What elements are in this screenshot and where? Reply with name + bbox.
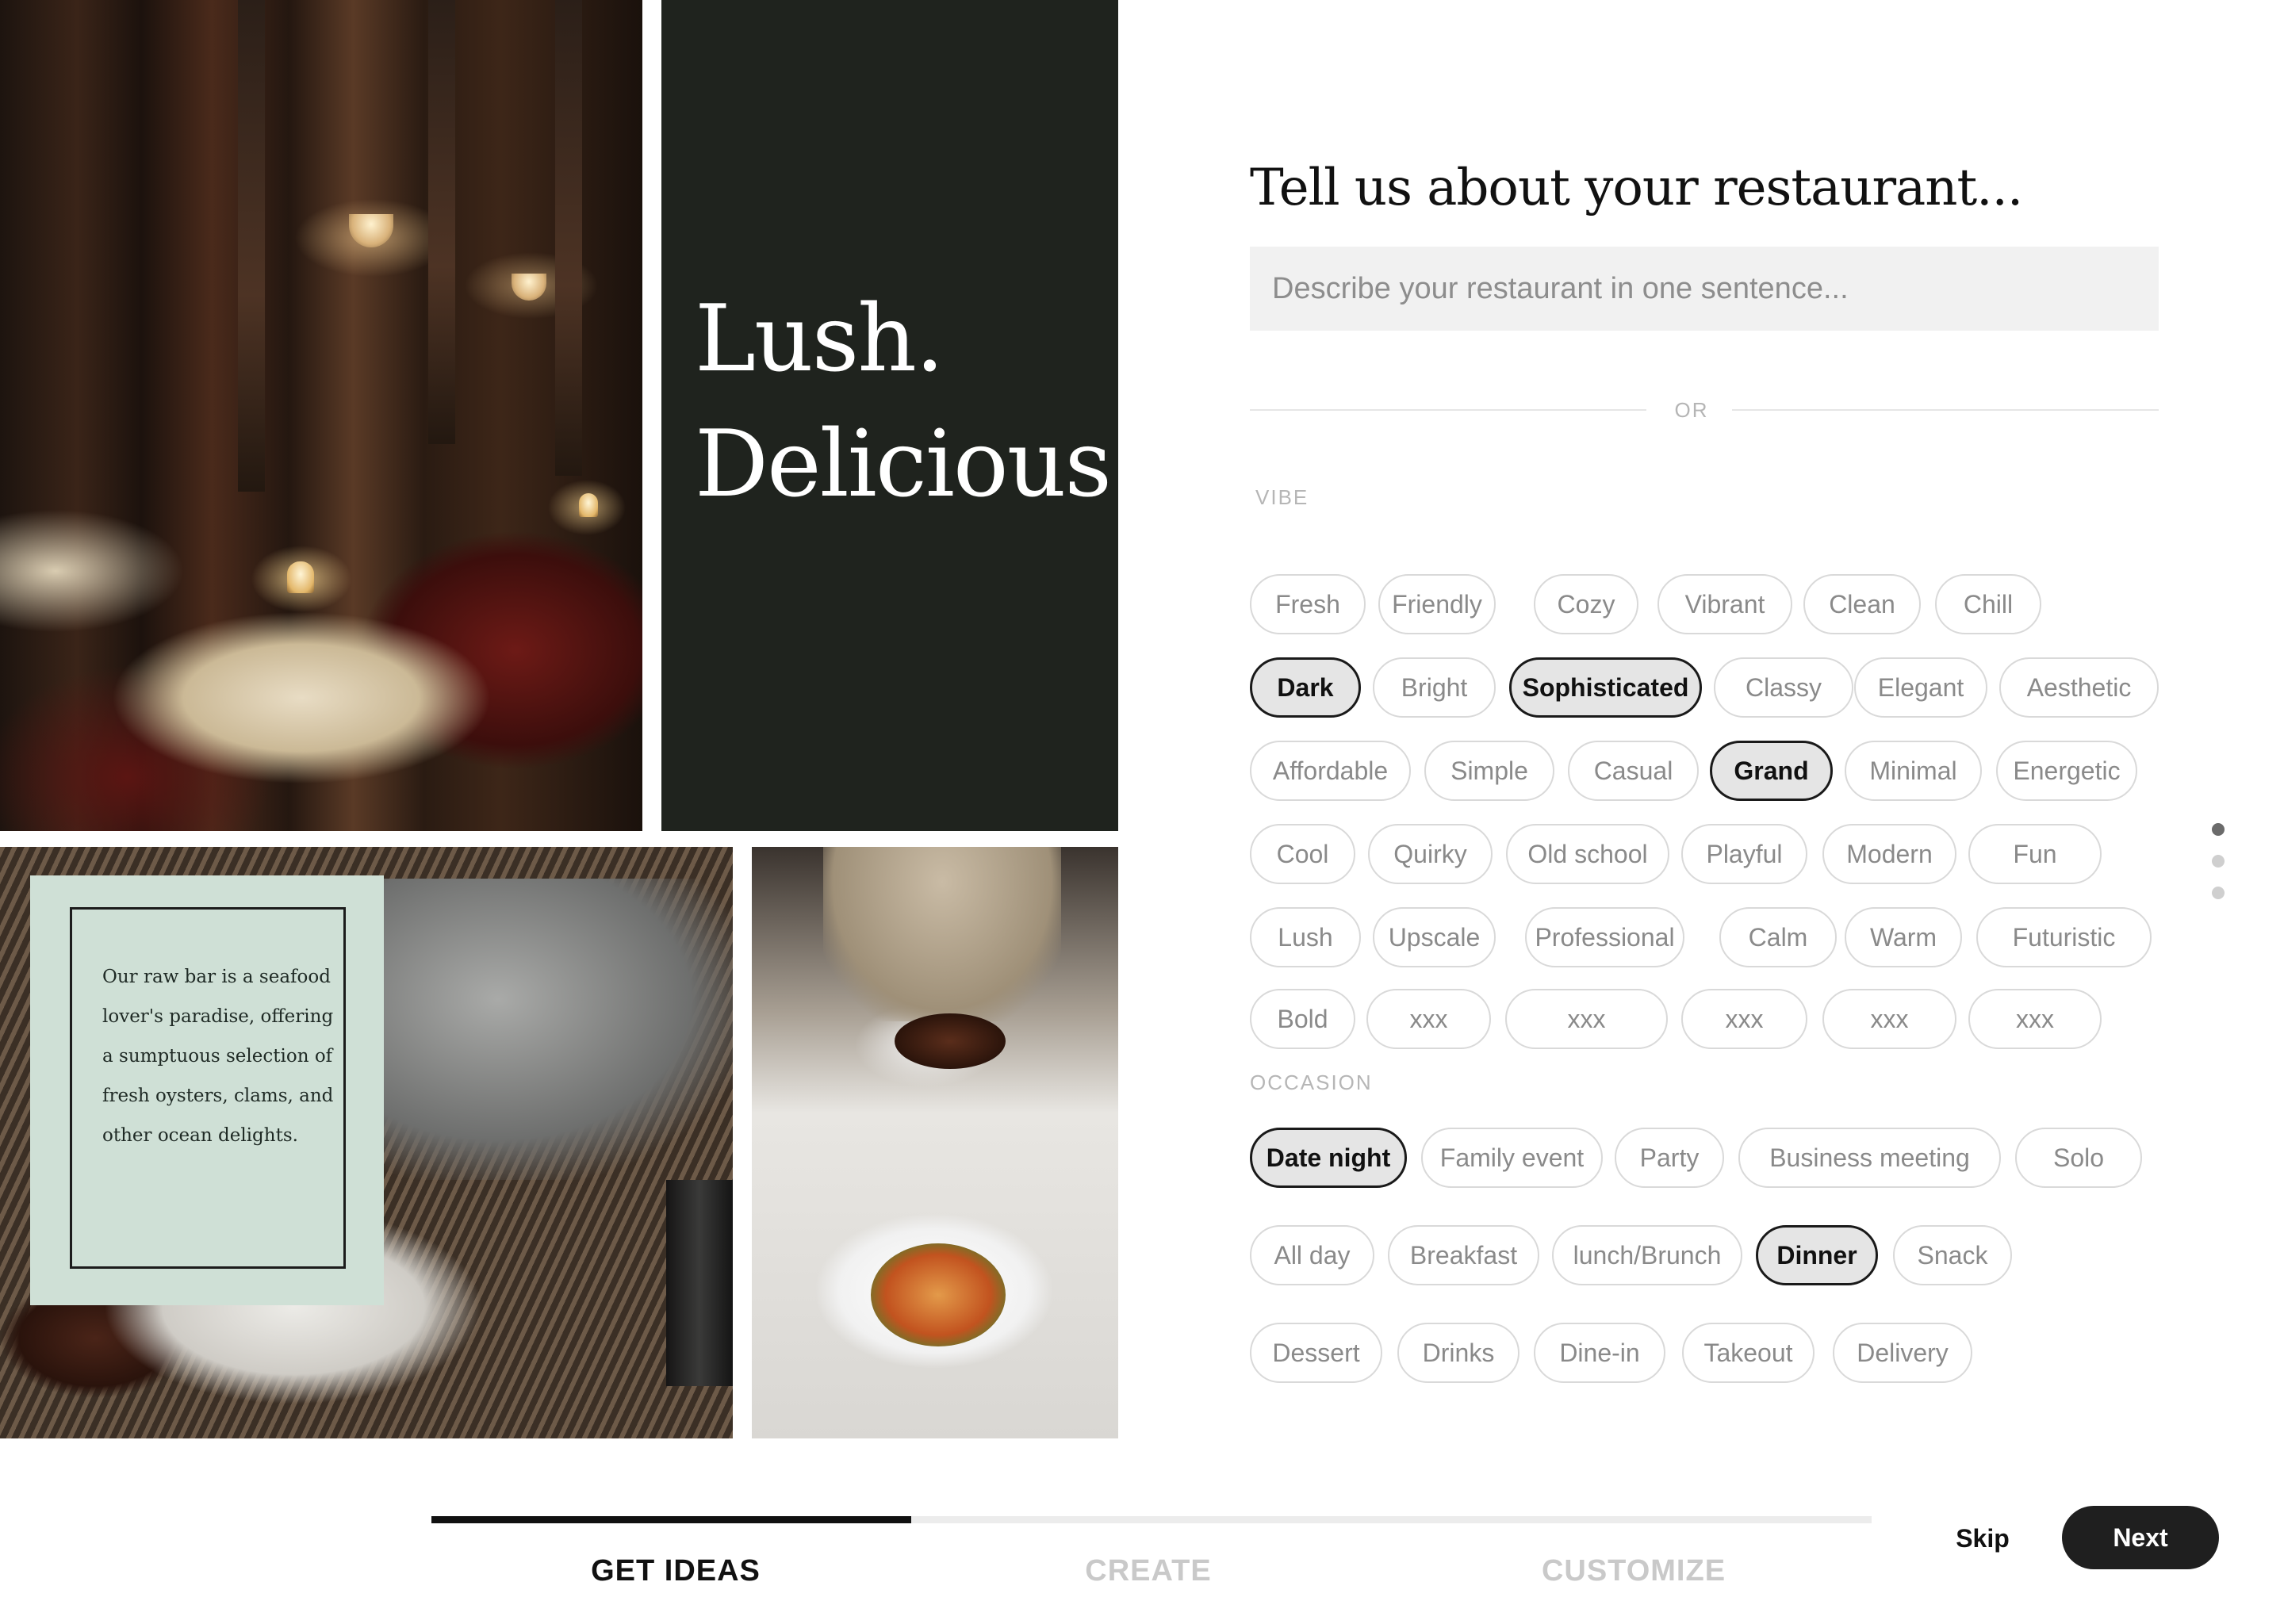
vibe-section-label: VIBE bbox=[1255, 485, 1309, 509]
step-get-ideas[interactable]: GET IDEAS bbox=[438, 1554, 914, 1588]
hero-text-panel: Lush. Delicious. bbox=[661, 0, 1140, 831]
or-divider-label: OR bbox=[1674, 398, 1709, 422]
vibe-chip-professional[interactable]: Professional bbox=[1525, 907, 1684, 967]
page-dot-2[interactable] bbox=[2212, 855, 2225, 868]
vibe-chip-xxx[interactable]: xxx bbox=[1968, 989, 2102, 1049]
vibe-chip-modern[interactable]: Modern bbox=[1822, 824, 1956, 884]
interior-pillar bbox=[238, 0, 265, 492]
next-button[interactable]: Next bbox=[2062, 1506, 2219, 1569]
vibe-chip-minimal[interactable]: Minimal bbox=[1845, 741, 1982, 801]
occasion-chip-family-event[interactable]: Family event bbox=[1421, 1128, 1603, 1188]
occasion-chip-lunch-brunch[interactable]: lunch/Brunch bbox=[1552, 1225, 1742, 1285]
vibe-chip-classy[interactable]: Classy bbox=[1714, 657, 1853, 718]
vibe-chip-cozy[interactable]: Cozy bbox=[1534, 574, 1638, 634]
occasion-chip-party[interactable]: Party bbox=[1615, 1128, 1724, 1188]
occasion-chip-delivery[interactable]: Delivery bbox=[1833, 1323, 1972, 1383]
vibe-chip-clean[interactable]: Clean bbox=[1803, 574, 1921, 634]
vibe-chip-affordable[interactable]: Affordable bbox=[1250, 741, 1411, 801]
vibe-chip-cool[interactable]: Cool bbox=[1250, 824, 1355, 884]
interior-pillar bbox=[428, 0, 455, 444]
occasion-chip-dessert[interactable]: Dessert bbox=[1250, 1323, 1382, 1383]
describe-restaurant-input[interactable] bbox=[1250, 247, 2159, 331]
interior-pillar bbox=[555, 0, 582, 476]
vibe-chip-aesthetic[interactable]: Aesthetic bbox=[1999, 657, 2159, 718]
occasion-chip-business-meeting[interactable]: Business meeting bbox=[1738, 1128, 2001, 1188]
vibe-chip-bright[interactable]: Bright bbox=[1373, 657, 1496, 718]
occasion-chip-dinner[interactable]: Dinner bbox=[1756, 1225, 1878, 1285]
vibe-chip-energetic[interactable]: Energetic bbox=[1996, 741, 2137, 801]
quote-text: Our raw bar is a seafood lover's paradis… bbox=[102, 967, 334, 1146]
table-lamp bbox=[579, 493, 598, 517]
restaurant-interior-photo bbox=[0, 0, 642, 831]
vibe-chip-simple[interactable]: Simple bbox=[1424, 741, 1554, 801]
occasion-chip-drinks[interactable]: Drinks bbox=[1397, 1323, 1519, 1383]
vibe-chip-xxx[interactable]: xxx bbox=[1366, 989, 1491, 1049]
hero-headline-line-2: Delicious. bbox=[695, 411, 1140, 518]
step-customize[interactable]: CUSTOMIZE bbox=[1396, 1554, 1872, 1588]
pasta-dinner-photo bbox=[752, 847, 1118, 1438]
vibe-chip-grand[interactable]: Grand bbox=[1710, 741, 1833, 801]
vibe-chip-playful[interactable]: Playful bbox=[1681, 824, 1807, 884]
occasion-chip-snack[interactable]: Snack bbox=[1893, 1225, 2012, 1285]
pasta-dish bbox=[871, 1243, 1006, 1346]
quote-card: Our raw bar is a seafood lover's paradis… bbox=[30, 875, 384, 1305]
vibe-chip-calm[interactable]: Calm bbox=[1719, 907, 1837, 967]
progress-fill bbox=[431, 1516, 911, 1523]
vibe-chip-xxx[interactable]: xxx bbox=[1822, 989, 1956, 1049]
skip-button[interactable]: Skip bbox=[1935, 1515, 2030, 1562]
vibe-chip-upscale[interactable]: Upscale bbox=[1373, 907, 1496, 967]
vibe-chip-elegant[interactable]: Elegant bbox=[1854, 657, 1987, 718]
napkin bbox=[333, 879, 733, 1180]
vibe-chip-friendly[interactable]: Friendly bbox=[1378, 574, 1496, 634]
pendant-lamp bbox=[349, 214, 393, 247]
vibe-chip-dark[interactable]: Dark bbox=[1250, 657, 1361, 718]
vibe-chip-xxx[interactable]: xxx bbox=[1681, 989, 1807, 1049]
table-lamp bbox=[287, 561, 314, 593]
occasion-chip-breakfast[interactable]: Breakfast bbox=[1388, 1225, 1539, 1285]
pendant-lamp bbox=[512, 274, 546, 301]
vibe-chip-fresh[interactable]: Fresh bbox=[1250, 574, 1366, 634]
vibe-chip-old-school[interactable]: Old school bbox=[1506, 824, 1669, 884]
divider-line-right bbox=[1732, 409, 2159, 411]
steak-dish bbox=[895, 1013, 1006, 1069]
vibe-chip-fun[interactable]: Fun bbox=[1968, 824, 2102, 884]
vibe-chip-sophisticated[interactable]: Sophisticated bbox=[1509, 657, 1702, 718]
form-title: Tell us about your restaurant... bbox=[1250, 159, 2023, 217]
hero-headline-line-1: Lush. bbox=[695, 285, 945, 393]
vibe-chip-futuristic[interactable]: Futuristic bbox=[1976, 907, 2152, 967]
glass bbox=[666, 1180, 733, 1386]
occasion-section-label: OCCASION bbox=[1250, 1071, 1373, 1094]
occasion-chip-dine-in[interactable]: Dine-in bbox=[1534, 1323, 1665, 1383]
page-dot-3[interactable] bbox=[2212, 887, 2225, 899]
occasion-chip-takeout[interactable]: Takeout bbox=[1682, 1323, 1815, 1383]
occasion-chip-solo[interactable]: Solo bbox=[2015, 1128, 2142, 1188]
vibe-chip-casual[interactable]: Casual bbox=[1568, 741, 1699, 801]
page-dot-1[interactable] bbox=[2212, 823, 2225, 836]
steak-plate-photo: Our raw bar is a seafood lover's paradis… bbox=[0, 847, 733, 1438]
divider-line-left bbox=[1250, 409, 1646, 411]
vibe-chip-xxx[interactable]: xxx bbox=[1505, 989, 1668, 1049]
progress-track bbox=[431, 1516, 1872, 1523]
diner bbox=[823, 847, 1061, 1021]
step-create[interactable]: CREATE bbox=[910, 1554, 1386, 1588]
occasion-chip-all-day[interactable]: All day bbox=[1250, 1225, 1374, 1285]
quote-frame: Our raw bar is a seafood lover's paradis… bbox=[70, 907, 346, 1269]
vibe-chip-chill[interactable]: Chill bbox=[1935, 574, 2041, 634]
vibe-chip-quirky[interactable]: Quirky bbox=[1368, 824, 1493, 884]
vibe-chip-lush[interactable]: Lush bbox=[1250, 907, 1361, 967]
occasion-chip-date-night[interactable]: Date night bbox=[1250, 1128, 1407, 1188]
vibe-chip-vibrant[interactable]: Vibrant bbox=[1657, 574, 1792, 634]
vibe-chip-warm[interactable]: Warm bbox=[1845, 907, 1962, 967]
vibe-chip-bold[interactable]: Bold bbox=[1250, 989, 1355, 1049]
